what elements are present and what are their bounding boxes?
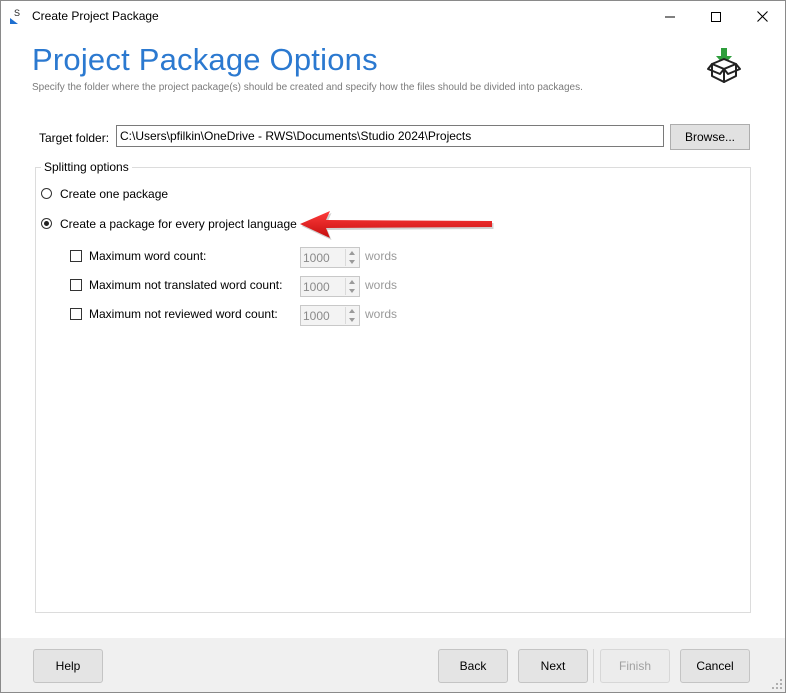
spinner-up-button[interactable] [346,278,358,286]
max-not-reviewed-spinner[interactable]: 1000 [300,305,360,326]
max-not-reviewed-label[interactable]: Maximum not reviewed word count: [89,307,278,321]
max-not-translated-spinner[interactable]: 1000 [300,276,360,297]
title-bar: S Create Project Package [1,1,785,32]
package-per-language-label[interactable]: Create a package for every project langu… [60,217,297,231]
back-button[interactable]: Back [438,649,508,683]
dialog-window: S Create Project Package Project Package… [0,0,786,693]
spinner-up-button[interactable] [346,249,358,257]
caret-down-icon [349,260,355,264]
spinner-up-button[interactable] [346,307,358,315]
resize-grip-icon[interactable] [771,678,783,690]
spinner-down-button[interactable] [346,287,358,295]
caret-up-icon [349,280,355,284]
max-not-translated-checkbox[interactable] [70,279,82,291]
page-subtitle: Specify the folder where the project pac… [32,82,583,93]
target-folder-input[interactable] [116,125,664,147]
maximize-icon [711,11,721,22]
splitting-options-legend: Splitting options [41,160,132,174]
max-not-reviewed-checkbox[interactable] [70,308,82,320]
cancel-button[interactable]: Cancel [680,649,750,683]
spinner-value: 1000 [303,309,330,323]
svg-text:S: S [14,8,20,18]
spinner-down-button[interactable] [346,258,358,266]
target-folder-label: Target folder: [39,131,110,145]
caret-up-icon [349,309,355,313]
spinner-value: 1000 [303,280,330,294]
page-title: Project Package Options [32,42,378,77]
maximize-button[interactable] [693,1,739,32]
red-arrow-annotation [300,211,494,240]
finish-button[interactable]: Finish [600,649,670,683]
close-icon [756,11,768,22]
package-per-language-radio[interactable] [41,218,52,229]
window-title: Create Project Package [32,9,159,23]
footer-separator [593,649,594,683]
create-one-package-radio[interactable] [41,188,52,199]
spinner-value: 1000 [303,251,330,265]
caret-up-icon [349,251,355,255]
max-not-translated-unit: words [365,278,398,292]
max-word-count-unit: words [365,249,398,263]
spinner-down-button[interactable] [346,316,358,324]
max-not-translated-label[interactable]: Maximum not translated word count: [89,278,282,292]
max-word-count-checkbox[interactable] [70,250,82,262]
max-word-count-spinner[interactable]: 1000 [300,247,360,268]
next-button[interactable]: Next [518,649,588,683]
package-download-icon [707,48,741,83]
help-button[interactable]: Help [33,649,103,683]
caret-down-icon [349,318,355,322]
close-button[interactable] [739,1,785,32]
max-not-reviewed-unit: words [365,307,398,321]
browse-button[interactable]: Browse... [670,124,750,150]
minimize-icon [665,16,675,17]
max-word-count-label[interactable]: Maximum word count: [89,249,206,263]
minimize-button[interactable] [647,1,693,32]
caret-down-icon [349,289,355,293]
trados-s-icon: S [10,8,20,24]
create-one-package-label[interactable]: Create one package [60,187,168,201]
